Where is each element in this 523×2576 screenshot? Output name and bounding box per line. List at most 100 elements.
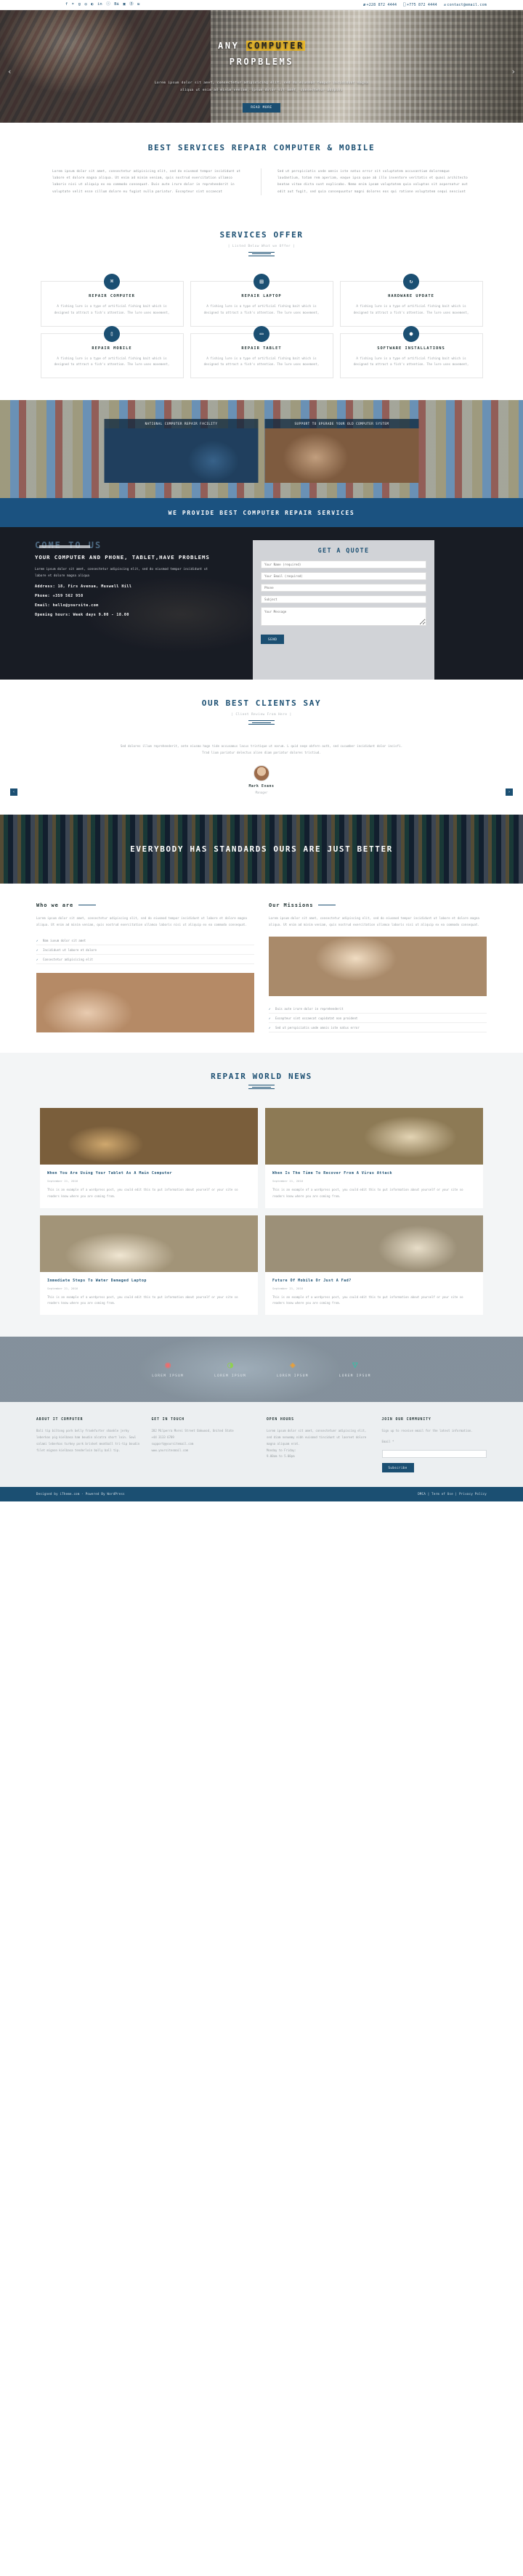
mobile-icon: ⎕	[403, 2, 406, 7]
twitter-icon[interactable]: ➤	[72, 2, 74, 7]
flickr-icon[interactable]: ▣	[123, 2, 125, 7]
brand-logo-icon: ▽	[352, 1360, 358, 1371]
newsletter-subscribe-button[interactable]: Subscribe	[381, 1462, 414, 1472]
hero-read-more-button[interactable]: READ MORE	[243, 102, 280, 113]
news-post-date: September 21, 2016	[272, 1286, 304, 1290]
service-card-text: A fishing lure is a type of artificial f…	[353, 356, 469, 367]
facility-band: NATIONAL COMPUTER REPAIR FACILITY SUPPOR…	[0, 400, 523, 499]
facility-card[interactable]: SUPPORT TO UPGRADE YOUR OLD COMPUTER SYS…	[264, 419, 419, 484]
quote-section: COME TO US YOUR COMPUTER AND PHONE, TABL…	[0, 527, 523, 680]
services-offer-section: SERVICES OFFER | Listed Below What we Of…	[0, 213, 523, 401]
news-post-title[interactable]: When You Are Using Your Tablet As A Main…	[47, 1171, 251, 1175]
news-post-title[interactable]: When Is The Time To Recover From A Virus…	[272, 1171, 476, 1175]
service-card-text: A fishing lure is a type of artificial f…	[353, 303, 469, 314]
best-services-section: BEST SERVICES REPAIR COMPUTER & MOBILE L…	[0, 123, 523, 214]
footer-website[interactable]: www.yoursitesmail.com	[152, 1448, 257, 1454]
brand-item[interactable]: ▽ LOREM IPSUM	[339, 1361, 371, 1378]
facebook-icon[interactable]: f	[65, 2, 68, 7]
footer-legal-links[interactable]: DMCA | Term of Use | Privacy Policy	[418, 1492, 487, 1496]
quote-email-input[interactable]	[261, 572, 426, 581]
quote-subject-input[interactable]	[261, 595, 426, 604]
vk-icon[interactable]: ш	[137, 2, 139, 7]
quote-name-input[interactable]	[261, 561, 426, 569]
service-card[interactable]: ↻ HARDWARE UPDATE A fishing lure is a ty…	[339, 273, 483, 327]
brand-list: ◉ LOREM IPSUM ◑ LOREM IPSUM ◈ LOREM IPSU…	[0, 1337, 523, 1402]
pinterest-icon[interactable]: ◎	[84, 2, 86, 7]
list-item: Duis aute irure dolor in reprehenderit	[269, 1004, 487, 1014]
google-plus-icon[interactable]: g	[78, 2, 81, 7]
promo-strip: WE PROVIDE BEST COMPUTER REPAIR SERVICES	[0, 498, 523, 528]
best-services-text-right: Sed ut perspiciatis unde omnis iste natu…	[277, 170, 468, 194]
who-we-are-section: Who we are Lorem ipsum dolor sit amet, c…	[0, 883, 523, 1053]
brand-logo-icon: ◑	[227, 1360, 233, 1371]
newsletter-email-input[interactable]	[381, 1449, 487, 1458]
our-missions-photo	[269, 937, 487, 997]
service-card[interactable]: ▭ REPAIR TABLET A fishing lure is a type…	[190, 325, 333, 379]
mobile-icon: ▯	[104, 325, 120, 342]
footer-bottom-bar: Designed by iTheme.com - Powered By Word…	[0, 1486, 523, 1501]
phone-secondary[interactable]: ⎕ +775 872 4444	[403, 3, 437, 7]
footer-newsletter-text: Sign up to receive email for the latest …	[381, 1429, 473, 1433]
hero-prev-arrow[interactable]: ‹	[7, 67, 12, 76]
our-missions-column: Our Missions Lorem ipsum dolor sit amet,…	[269, 902, 487, 1033]
service-card[interactable]: ▯ REPAIR MOBILE A fishing lure is a type…	[40, 325, 184, 379]
service-card[interactable]: ⌘ REPAIR COMPUTER A fishing lure is a ty…	[40, 273, 184, 327]
quote-form: GET A QUOTE SEND	[253, 540, 434, 680]
quote-phone-input[interactable]	[261, 584, 426, 592]
testimonial-prev-button[interactable]: ‹	[10, 788, 17, 796]
brand-label: LOREM IPSUM	[338, 1374, 371, 1379]
testimonial: Sed dolores illum reprehenderit, ante ei…	[36, 743, 487, 794]
news-post-image	[265, 1215, 483, 1272]
quote-submit-button[interactable]: SEND	[261, 635, 285, 645]
news-post-excerpt: This is an example of a wordpress post, …	[47, 1295, 238, 1305]
news-post-title[interactable]: Immediate Steps To Water Damaged Laptop	[47, 1279, 251, 1283]
quote-message-textarea[interactable]	[261, 607, 426, 627]
news-post[interactable]: When Is The Time To Recover From A Virus…	[265, 1108, 483, 1208]
social-links[interactable]: f ➤ g ◎ ◐ in ⓘ Bɨ ▣ Ⓓ ш	[36, 2, 139, 7]
news-post[interactable]: Future Of Mobile Or Just A Fad? Septembe…	[265, 1215, 483, 1316]
dribbble-icon[interactable]: ◐	[91, 2, 93, 7]
footer-email[interactable]: support@yoursitemail.com	[152, 1441, 257, 1448]
our-missions-text: Lorem ipsum dolor sit amet, consectetur …	[269, 916, 479, 926]
best-services-text-left: Lorem ipsum dolor sit amet, consectetur …	[36, 168, 262, 195]
brand-label: LOREM IPSUM	[277, 1374, 309, 1379]
our-missions-heading: Our Missions	[269, 902, 487, 908]
testimonial-next-button[interactable]: ›	[506, 788, 513, 796]
phone-primary[interactable]: ☎ +228 872 4444	[363, 3, 397, 7]
hero-slider: ‹ › ANY COMPUTER PROPBLEMS Lorem ipsum d…	[0, 10, 523, 123]
instagram-icon[interactable]: ⓘ	[106, 2, 110, 7]
footer-contact-heading: GET IN TOUCH	[151, 1418, 185, 1422]
footer-about-text: Bali tip biltong pork belly frankfurter …	[36, 1429, 140, 1452]
footer-phone[interactable]: +44 3133 6789	[152, 1435, 257, 1441]
hero-next-arrow[interactable]: ›	[511, 67, 516, 76]
service-card-title: HARDWARE UPDATE	[388, 293, 434, 298]
news-post-excerpt: This is an example of a wordpress post, …	[272, 1295, 463, 1305]
news-post[interactable]: Immediate Steps To Water Damaged Laptop …	[40, 1215, 258, 1316]
quote-phone: Phone: +359 562 958	[35, 594, 84, 599]
brand-item[interactable]: ◑ LOREM IPSUM	[214, 1361, 246, 1378]
service-card[interactable]: ● SOFTWARE INSTALLATIONS A fishing lure …	[339, 325, 483, 379]
quote-address: Address: 18, Firs Avenue, Muswell Hill	[35, 584, 132, 590]
facility-card[interactable]: NATIONAL COMPUTER REPAIR FACILITY	[104, 419, 259, 484]
dropbox-icon[interactable]: Ⓓ	[129, 2, 134, 7]
news-grid: When You Are Using Your Tablet As A Main…	[36, 1108, 487, 1316]
list-item: Excepteur sint occaecat cupidatat non pr…	[269, 1014, 487, 1024]
email-link[interactable]: ✉ contact@email.com	[444, 3, 487, 7]
apple-icon: ⌘	[104, 273, 120, 290]
section-divider	[248, 720, 275, 725]
news-post-date: September 21, 2016	[47, 1179, 78, 1183]
section-divider	[248, 251, 275, 256]
who-we-are-column: Who we are Lorem ipsum dolor sit amet, c…	[36, 902, 254, 1033]
linkedin-icon[interactable]: in	[97, 2, 102, 7]
footer-newsletter-heading: JOIN OUR COMMUNITY	[381, 1418, 431, 1422]
news-post[interactable]: When You Are Using Your Tablet As A Main…	[40, 1108, 258, 1208]
footer-newsletter-column: JOIN OUR COMMUNITY Sign up to receive em…	[381, 1418, 487, 1472]
behance-icon[interactable]: Bɨ	[114, 2, 119, 7]
brand-item[interactable]: ◉ LOREM IPSUM	[152, 1361, 184, 1378]
our-missions-list: Duis aute irure dolor in reprehenderit E…	[269, 1004, 487, 1033]
who-we-are-heading: Who we are	[36, 902, 254, 908]
service-card[interactable]: ▤ REPAIR LAPTOP A fishing lure is a type…	[190, 273, 333, 327]
brand-item[interactable]: ◈ LOREM IPSUM	[277, 1361, 309, 1378]
services-offer-heading: SERVICES OFFER	[219, 229, 304, 240]
news-post-title[interactable]: Future Of Mobile Or Just A Fad?	[272, 1279, 476, 1283]
